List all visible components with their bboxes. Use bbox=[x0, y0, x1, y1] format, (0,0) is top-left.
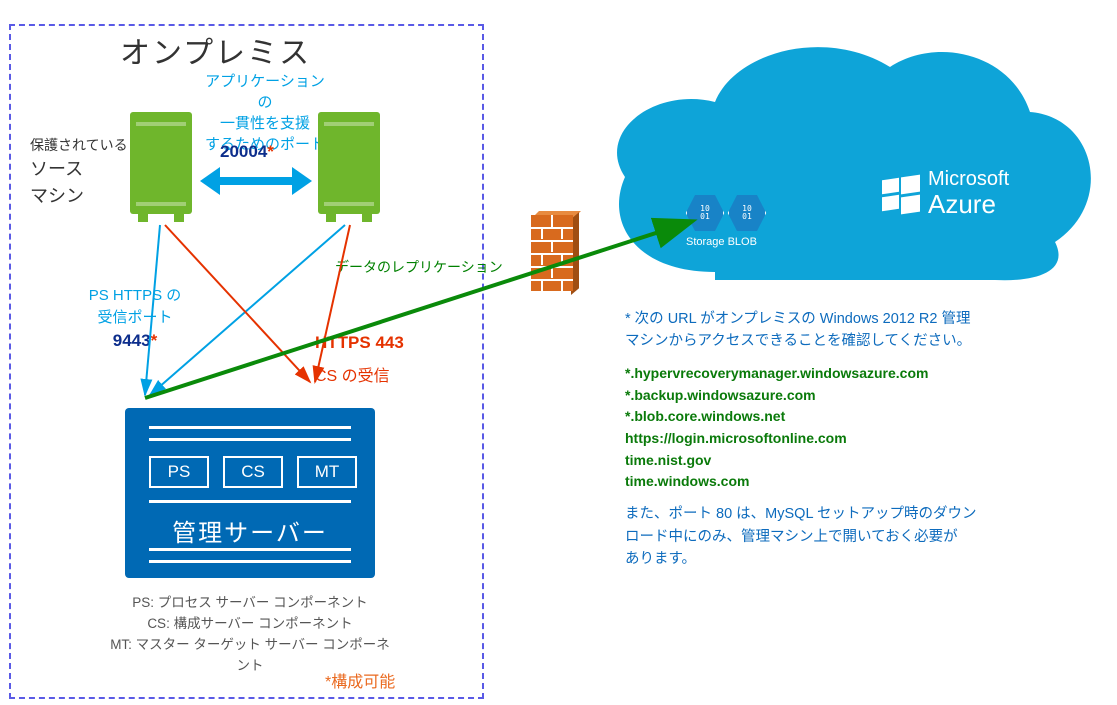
connectivity-notes: * 次の URL がオンプレミスの Windows 2012 R2 管理 マシン… bbox=[625, 308, 1080, 580]
url-item: time.nist.gov bbox=[625, 450, 1080, 472]
text: ロード中にのみ、管理マシン上で開いておく必要が bbox=[625, 529, 958, 545]
text: * 次の URL がオンプレミスの Windows 2012 R2 管理 bbox=[625, 311, 971, 327]
text: マシン bbox=[30, 186, 84, 206]
windows-logo-icon bbox=[882, 175, 920, 213]
url-item: *.blob.core.windows.net bbox=[625, 406, 1080, 428]
cs-receive-label: CS の受信 bbox=[315, 362, 390, 386]
star-icon: * bbox=[151, 331, 158, 350]
ps-box: PS bbox=[149, 456, 209, 488]
url-item: time.windows.com bbox=[625, 471, 1080, 493]
legend-cs: CS: 構成サーバー コンポーネント bbox=[110, 614, 390, 635]
text: また、ポート 80 は、MySQL セットアップ時のダウン bbox=[625, 506, 977, 522]
firewall-icon bbox=[525, 215, 579, 291]
text: アプリケーションの bbox=[205, 73, 325, 111]
https-443-label: HTTPS 443 bbox=[315, 333, 404, 353]
replication-label: データのレプリケーション bbox=[335, 257, 503, 277]
text: マシンからアクセスできることを確認してください。 bbox=[625, 333, 971, 349]
management-server-label: 管理サーバー bbox=[125, 513, 375, 548]
server-icon bbox=[130, 112, 192, 214]
storage-blob-label: Storage BLOB bbox=[686, 236, 757, 248]
source-machine-label: 保護されている ソース マシン bbox=[30, 135, 140, 210]
port-9443: 9443* bbox=[113, 331, 157, 350]
storage-blob-icon: 1001 bbox=[727, 193, 767, 233]
url-item: *.backup.windowsazure.com bbox=[625, 385, 1080, 407]
port80-note: また、ポート 80 は、MySQL セットアップ時のダウン ロード中にのみ、管理… bbox=[625, 503, 1080, 570]
brand-line1: Microsoft bbox=[928, 168, 1009, 190]
star-icon: * bbox=[267, 142, 274, 161]
text: 一貫性を支援 bbox=[220, 115, 310, 132]
azure-cloud-icon bbox=[595, 32, 1105, 292]
text: 受信ポート bbox=[97, 309, 172, 326]
configurable-note: *構成可能 bbox=[325, 668, 395, 692]
text: ソース bbox=[30, 159, 83, 179]
cs-box: CS bbox=[223, 456, 283, 488]
text: 保護されている bbox=[30, 137, 128, 153]
intro-note: * 次の URL がオンプレミスの Windows 2012 R2 管理 マシン… bbox=[625, 308, 1080, 353]
url-item: *.hypervrecoverymanager.windowsazure.com bbox=[625, 363, 1080, 385]
mt-box: MT bbox=[297, 456, 357, 488]
component-legend: PS: プロセス サーバー コンポーネント CS: 構成サーバー コンポーネント… bbox=[110, 593, 390, 677]
bidirectional-arrow-icon bbox=[202, 167, 310, 193]
url-list: *.hypervrecoverymanager.windowsazure.com… bbox=[625, 363, 1080, 493]
text: あります。 bbox=[625, 551, 696, 567]
onprem-title: オンプレミス bbox=[120, 28, 311, 72]
management-server-icon: PS CS MT 管理サーバー bbox=[125, 408, 375, 578]
azure-brand: Microsoft Azure bbox=[928, 168, 1009, 219]
text: PS HTTPS の bbox=[89, 287, 182, 304]
storage-blob-icon: 1001 bbox=[685, 193, 725, 233]
port-number: 20004 bbox=[220, 142, 267, 161]
server-icon bbox=[318, 112, 380, 214]
legend-ps: PS: プロセス サーバー コンポーネント bbox=[110, 593, 390, 614]
url-item: https://login.microsoftonline.com bbox=[625, 428, 1080, 450]
brand-line2: Azure bbox=[928, 190, 1009, 219]
port-20004: 20004* bbox=[220, 142, 274, 162]
ps-https-label: PS HTTPS の 受信ポート 9443* bbox=[80, 285, 190, 353]
